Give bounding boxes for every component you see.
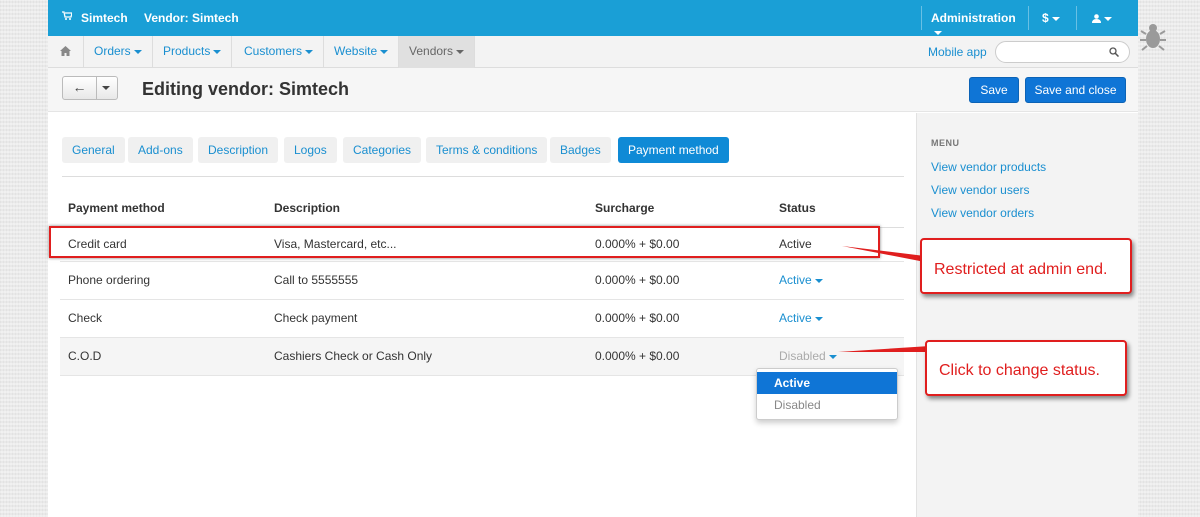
column-header-status: Status: [771, 189, 904, 228]
table-row: Phone ordering Call to 5555555 0.000% + …: [60, 261, 904, 300]
status-dropdown-toggle[interactable]: Disabled: [779, 349, 837, 363]
nav-website-label: Website: [334, 44, 378, 58]
sidebar-link-vendor-orders[interactable]: View vendor orders: [931, 206, 1034, 220]
table-row: Check Check payment 0.000% + $0.00 Activ…: [60, 299, 904, 338]
chevron-down-icon: [1051, 16, 1060, 21]
back-button-group: ←: [62, 76, 118, 100]
nav-orders[interactable]: Orders: [84, 36, 153, 68]
method-cell: Check: [60, 299, 266, 338]
nav-orders-label: Orders: [94, 44, 131, 58]
status-label: Disabled: [779, 349, 826, 363]
chevron-down-icon: [814, 316, 823, 321]
chevron-down-icon: [814, 278, 823, 283]
chevron-down-icon: [305, 49, 314, 54]
status-option-active[interactable]: Active: [757, 372, 897, 394]
home-icon: [60, 46, 71, 56]
tab-bar: General Add-ons Description Logos Catego…: [62, 137, 904, 177]
sidebar-link-vendor-users[interactable]: View vendor users: [931, 183, 1030, 197]
method-cell: C.O.D: [60, 337, 266, 376]
page-title: Editing vendor: Simtech: [142, 79, 350, 99]
column-header-payment-method: Payment method: [60, 189, 266, 228]
nav-vendors-label: Vendors: [409, 44, 454, 58]
chevron-down-icon: [828, 354, 837, 359]
user-icon: [1092, 14, 1101, 23]
save-and-close-button[interactable]: Save and close: [1025, 77, 1126, 103]
nav-website[interactable]: Website: [324, 36, 400, 68]
status-label: Active: [779, 311, 812, 325]
chevron-down-icon: [456, 49, 465, 54]
search-box: [995, 41, 1130, 63]
main-content: General Add-ons Description Logos Catego…: [48, 113, 916, 517]
tab-categories[interactable]: Categories: [343, 137, 422, 163]
nav-products-label: Products: [163, 44, 211, 58]
tab-badges[interactable]: Badges: [550, 137, 611, 163]
tab-payment-method[interactable]: Payment method: [618, 137, 729, 163]
main-nav: Orders Products Customers Website Vendor…: [48, 36, 1138, 68]
chevron-down-icon: [380, 49, 389, 54]
user-menu[interactable]: [1078, 0, 1122, 36]
status-option-disabled[interactable]: Disabled: [757, 394, 897, 416]
title-bar: ← Editing vendor: Simtech Save Save and …: [48, 68, 1138, 112]
currency-menu[interactable]: $: [1030, 0, 1070, 36]
description-cell: Call to 5555555: [266, 261, 587, 300]
search-icon[interactable]: [1109, 47, 1119, 57]
tab-terms-conditions[interactable]: Terms & conditions: [426, 137, 548, 163]
cart-icon: [62, 11, 72, 20]
payment-methods-table: Payment method Description Surcharge Sta…: [60, 189, 904, 376]
annotation-change-status: Click to change status.: [925, 340, 1127, 396]
status-dropdown-toggle[interactable]: Active: [779, 311, 823, 325]
currency-label: $: [1042, 11, 1049, 25]
mobile-app-link[interactable]: Mobile app: [928, 45, 987, 59]
divider: [1076, 6, 1077, 30]
sidebar-link-vendor-products[interactable]: View vendor products: [931, 160, 1046, 174]
sidebar: MENU View vendor products View vendor us…: [916, 113, 1138, 517]
status-dropdown-menu: Active Disabled: [756, 368, 898, 420]
chevron-down-icon: [1104, 16, 1112, 21]
store-name-link[interactable]: Simtech: [81, 11, 128, 25]
nav-customers[interactable]: Customers: [234, 36, 325, 68]
administration-label: Administration: [931, 11, 1016, 25]
status-dropdown-toggle[interactable]: Active: [779, 273, 823, 287]
method-cell: Phone ordering: [60, 261, 266, 300]
chevron-down-icon: [213, 49, 222, 54]
tab-general[interactable]: General: [62, 137, 125, 163]
divider: [921, 6, 922, 30]
description-cell: Cashiers Check or Cash Only: [266, 337, 587, 376]
tab-description[interactable]: Description: [198, 137, 279, 163]
column-header-surcharge: Surcharge: [587, 189, 771, 228]
table-header-row: Payment method Description Surcharge Sta…: [60, 189, 904, 228]
nav-customers-label: Customers: [244, 44, 303, 58]
save-button[interactable]: Save: [969, 77, 1019, 103]
annotation-restricted: Restricted at admin end.: [920, 238, 1132, 294]
tab-logos[interactable]: Logos: [284, 137, 337, 163]
status-label: Active: [779, 273, 812, 287]
highlight-box: [49, 226, 880, 258]
surcharge-cell: 0.000% + $0.00: [587, 261, 771, 300]
search-input[interactable]: [1006, 42, 1116, 62]
divider: [1028, 6, 1029, 30]
tab-add-ons[interactable]: Add-ons: [128, 137, 193, 163]
nav-products[interactable]: Products: [153, 36, 233, 68]
surcharge-cell: 0.000% + $0.00: [587, 299, 771, 338]
sidebar-heading: MENU: [931, 138, 960, 148]
vendor-link[interactable]: Vendor: Simtech: [144, 11, 239, 25]
column-header-description: Description: [266, 189, 587, 228]
status-cell: Active: [771, 261, 904, 300]
chevron-down-icon: [133, 49, 142, 54]
chevron-down-icon: [934, 30, 942, 35]
status-cell: Active: [771, 299, 904, 338]
administration-menu[interactable]: Administration: [923, 0, 1019, 36]
back-arrow-icon[interactable]: ←: [63, 77, 97, 99]
chevron-down-icon[interactable]: [102, 86, 110, 90]
top-bar: Simtech Vendor: Simtech Administration $: [48, 0, 1138, 36]
surcharge-cell: 0.000% + $0.00: [587, 337, 771, 376]
description-cell: Check payment: [266, 299, 587, 338]
home-button[interactable]: [48, 36, 84, 68]
nav-vendors[interactable]: Vendors: [399, 36, 476, 68]
bug-icon: [1140, 24, 1166, 51]
